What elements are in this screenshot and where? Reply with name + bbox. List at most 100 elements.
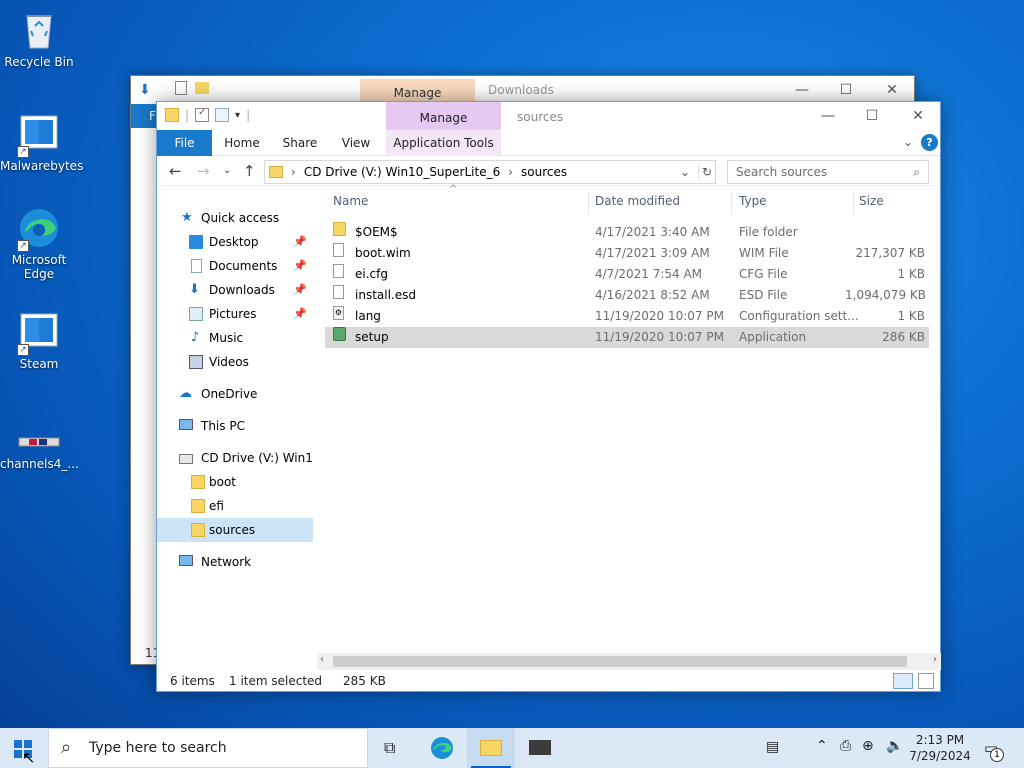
- up-arrow-icon[interactable]: ↑: [243, 162, 256, 180]
- volume-muted-icon[interactable]: 🔈: [886, 738, 903, 754]
- file-type: ESD File: [739, 288, 788, 302]
- malwarebytes-icon: ↗: [17, 112, 61, 158]
- desktop-icon-steam[interactable]: ↗ Steam: [0, 310, 78, 371]
- column-separator[interactable]: [588, 192, 589, 214]
- tab-home[interactable]: Home: [217, 130, 267, 156]
- nav-documents[interactable]: Documents 📌: [157, 254, 313, 278]
- taskbar-mail[interactable]: [516, 728, 564, 768]
- nav-efi[interactable]: efi: [157, 494, 313, 518]
- keyboard-icon[interactable]: ▤: [766, 739, 779, 755]
- nav-downloads[interactable]: ⬇ Downloads 📌: [157, 278, 313, 302]
- tab-application-tools[interactable]: Application Tools: [386, 130, 501, 156]
- file-size: 217,307 KB: [855, 246, 925, 260]
- desktop-icon-label: Malwarebytes: [0, 159, 84, 173]
- nav-onedrive[interactable]: ☁ OneDrive: [157, 382, 313, 406]
- minimize-button[interactable]: —: [805, 102, 851, 130]
- pin-icon[interactable]: 📌: [293, 278, 307, 302]
- minimize-icon[interactable]: —: [779, 76, 825, 104]
- taskbar-edge[interactable]: [418, 728, 466, 768]
- tab-file[interactable]: File: [157, 130, 212, 156]
- taskbar-file-explorer[interactable]: [467, 728, 515, 768]
- separator: |: [246, 108, 251, 122]
- search-input[interactable]: Search sources ⌕: [727, 160, 929, 184]
- desktop-icon-label: Recycle Bin: [4, 55, 74, 69]
- device-icon[interactable]: ⎙: [840, 738, 851, 754]
- folder-icon: [195, 82, 209, 94]
- refresh-icon[interactable]: ↻: [697, 165, 715, 179]
- tab-share[interactable]: Share: [275, 130, 325, 156]
- file-row[interactable]: ⚙ lang 11/19/2020 10:07 PM Configuration…: [325, 306, 929, 327]
- cloud-icon: ☁: [179, 386, 192, 401]
- file-date: 11/19/2020 10:07 PM: [595, 309, 724, 323]
- column-header-date[interactable]: Date modified: [595, 194, 680, 214]
- shortcut-arrow-icon: ↗: [17, 146, 29, 158]
- task-view-button[interactable]: ⧉: [368, 728, 416, 768]
- new-folder-icon[interactable]: [215, 108, 230, 122]
- nav-network[interactable]: Network: [157, 550, 313, 574]
- explorer-window-sources[interactable]: | ✓ ▾ | Manage sources — ☐ ✕ File Home S…: [156, 101, 941, 692]
- nav-pictures[interactable]: Pictures 📌: [157, 302, 313, 326]
- maximize-icon[interactable]: ☐: [823, 76, 869, 104]
- window-title: sources: [517, 110, 564, 124]
- breadcrumb-sources[interactable]: sources: [521, 165, 567, 179]
- steam-icon: ↗: [17, 310, 61, 356]
- setup-app-icon: [333, 327, 346, 341]
- nav-music[interactable]: ♪ Music: [157, 326, 313, 350]
- help-icon[interactable]: ?: [921, 134, 938, 151]
- column-header-type[interactable]: Type: [739, 194, 767, 214]
- desktop-icon-edge[interactable]: ↗ Microsoft Edge: [0, 206, 78, 281]
- chevron-up-icon[interactable]: ⌃: [816, 738, 828, 754]
- pin-icon[interactable]: 📌: [293, 254, 307, 278]
- recent-locations-icon[interactable]: ⌄: [223, 165, 231, 176]
- pin-icon[interactable]: 📌: [293, 302, 307, 326]
- back-arrow-icon[interactable]: ←: [169, 162, 182, 180]
- maximize-button[interactable]: ☐: [849, 102, 895, 130]
- taskbar-search-box[interactable]: ⌕ Type here to search: [48, 728, 368, 768]
- close-icon[interactable]: ✕: [869, 76, 915, 104]
- nav-quick-access[interactable]: ★ Quick access: [157, 206, 313, 230]
- close-button[interactable]: ✕: [895, 102, 941, 130]
- desktop-icon-channels4[interactable]: channels4_...: [0, 430, 79, 471]
- file-row[interactable]: $OEM$ 4/17/2021 3:40 AM File folder: [325, 222, 929, 243]
- file-date: 4/16/2021 8:52 AM: [595, 288, 710, 302]
- file-size: 1 KB: [897, 267, 925, 281]
- nav-cd-drive[interactable]: CD Drive (V:) Win10_S: [157, 446, 313, 470]
- column-header-size[interactable]: Size: [859, 194, 884, 214]
- file-row[interactable]: ei.cfg 4/7/2021 7:54 AM CFG File 1 KB: [325, 264, 929, 285]
- nav-boot[interactable]: boot: [157, 470, 313, 494]
- forward-arrow-icon[interactable]: →: [197, 162, 210, 180]
- folder-icon: [333, 222, 346, 236]
- large-icons-view-icon[interactable]: [918, 673, 934, 689]
- manage-tab[interactable]: Manage: [386, 102, 501, 130]
- horizontal-scrollbar[interactable]: ‹ ›: [317, 653, 941, 670]
- column-separator[interactable]: [731, 192, 732, 214]
- nav-desktop[interactable]: Desktop 📌: [157, 230, 313, 254]
- breadcrumb-cd-drive[interactable]: CD Drive (V:) Win10_SuperLite_6: [304, 165, 500, 179]
- address-bar[interactable]: › CD Drive (V:) Win10_SuperLite_6 › sour…: [264, 160, 716, 184]
- expand-ribbon-icon[interactable]: ⌄: [903, 135, 913, 149]
- file-row[interactable]: install.esd 4/16/2021 8:52 AM ESD File 1…: [325, 285, 929, 306]
- file-row[interactable]: boot.wim 4/17/2021 3:09 AM WIM File 217,…: [325, 243, 929, 264]
- scrollbar-thumb[interactable]: [333, 656, 907, 667]
- customize-toolbar-icon[interactable]: ▾: [235, 110, 240, 121]
- scroll-right-icon[interactable]: ›: [933, 654, 937, 665]
- desktop-icon-recycle-bin[interactable]: Recycle Bin: [0, 8, 78, 69]
- properties-icon[interactable]: ✓: [195, 107, 210, 122]
- column-header-name[interactable]: Name: [333, 194, 368, 214]
- desktop-icon-malwarebytes[interactable]: ↗ Malwarebytes: [0, 112, 84, 173]
- pin-icon[interactable]: 📌: [293, 230, 307, 254]
- nav-sources[interactable]: sources: [157, 518, 313, 542]
- file-size: 1,094,079 KB: [845, 288, 926, 302]
- nav-videos[interactable]: Videos: [157, 350, 313, 374]
- globe-network-icon[interactable]: ⊕: [862, 738, 874, 754]
- tab-view[interactable]: View: [333, 130, 379, 156]
- file-row-selected[interactable]: setup 11/19/2020 10:07 PM Application 28…: [325, 327, 929, 348]
- nav-this-pc[interactable]: This PC: [157, 414, 313, 438]
- address-dropdown-icon[interactable]: ⌄: [680, 165, 690, 179]
- details-view-icon[interactable]: [893, 673, 913, 689]
- back-window-title: Downloads: [488, 83, 554, 97]
- scroll-left-icon[interactable]: ‹: [320, 654, 324, 665]
- music-icon: ♪: [191, 330, 200, 345]
- clock[interactable]: 2:13 PM 7/29/2024: [908, 732, 972, 764]
- column-separator[interactable]: [853, 192, 854, 214]
